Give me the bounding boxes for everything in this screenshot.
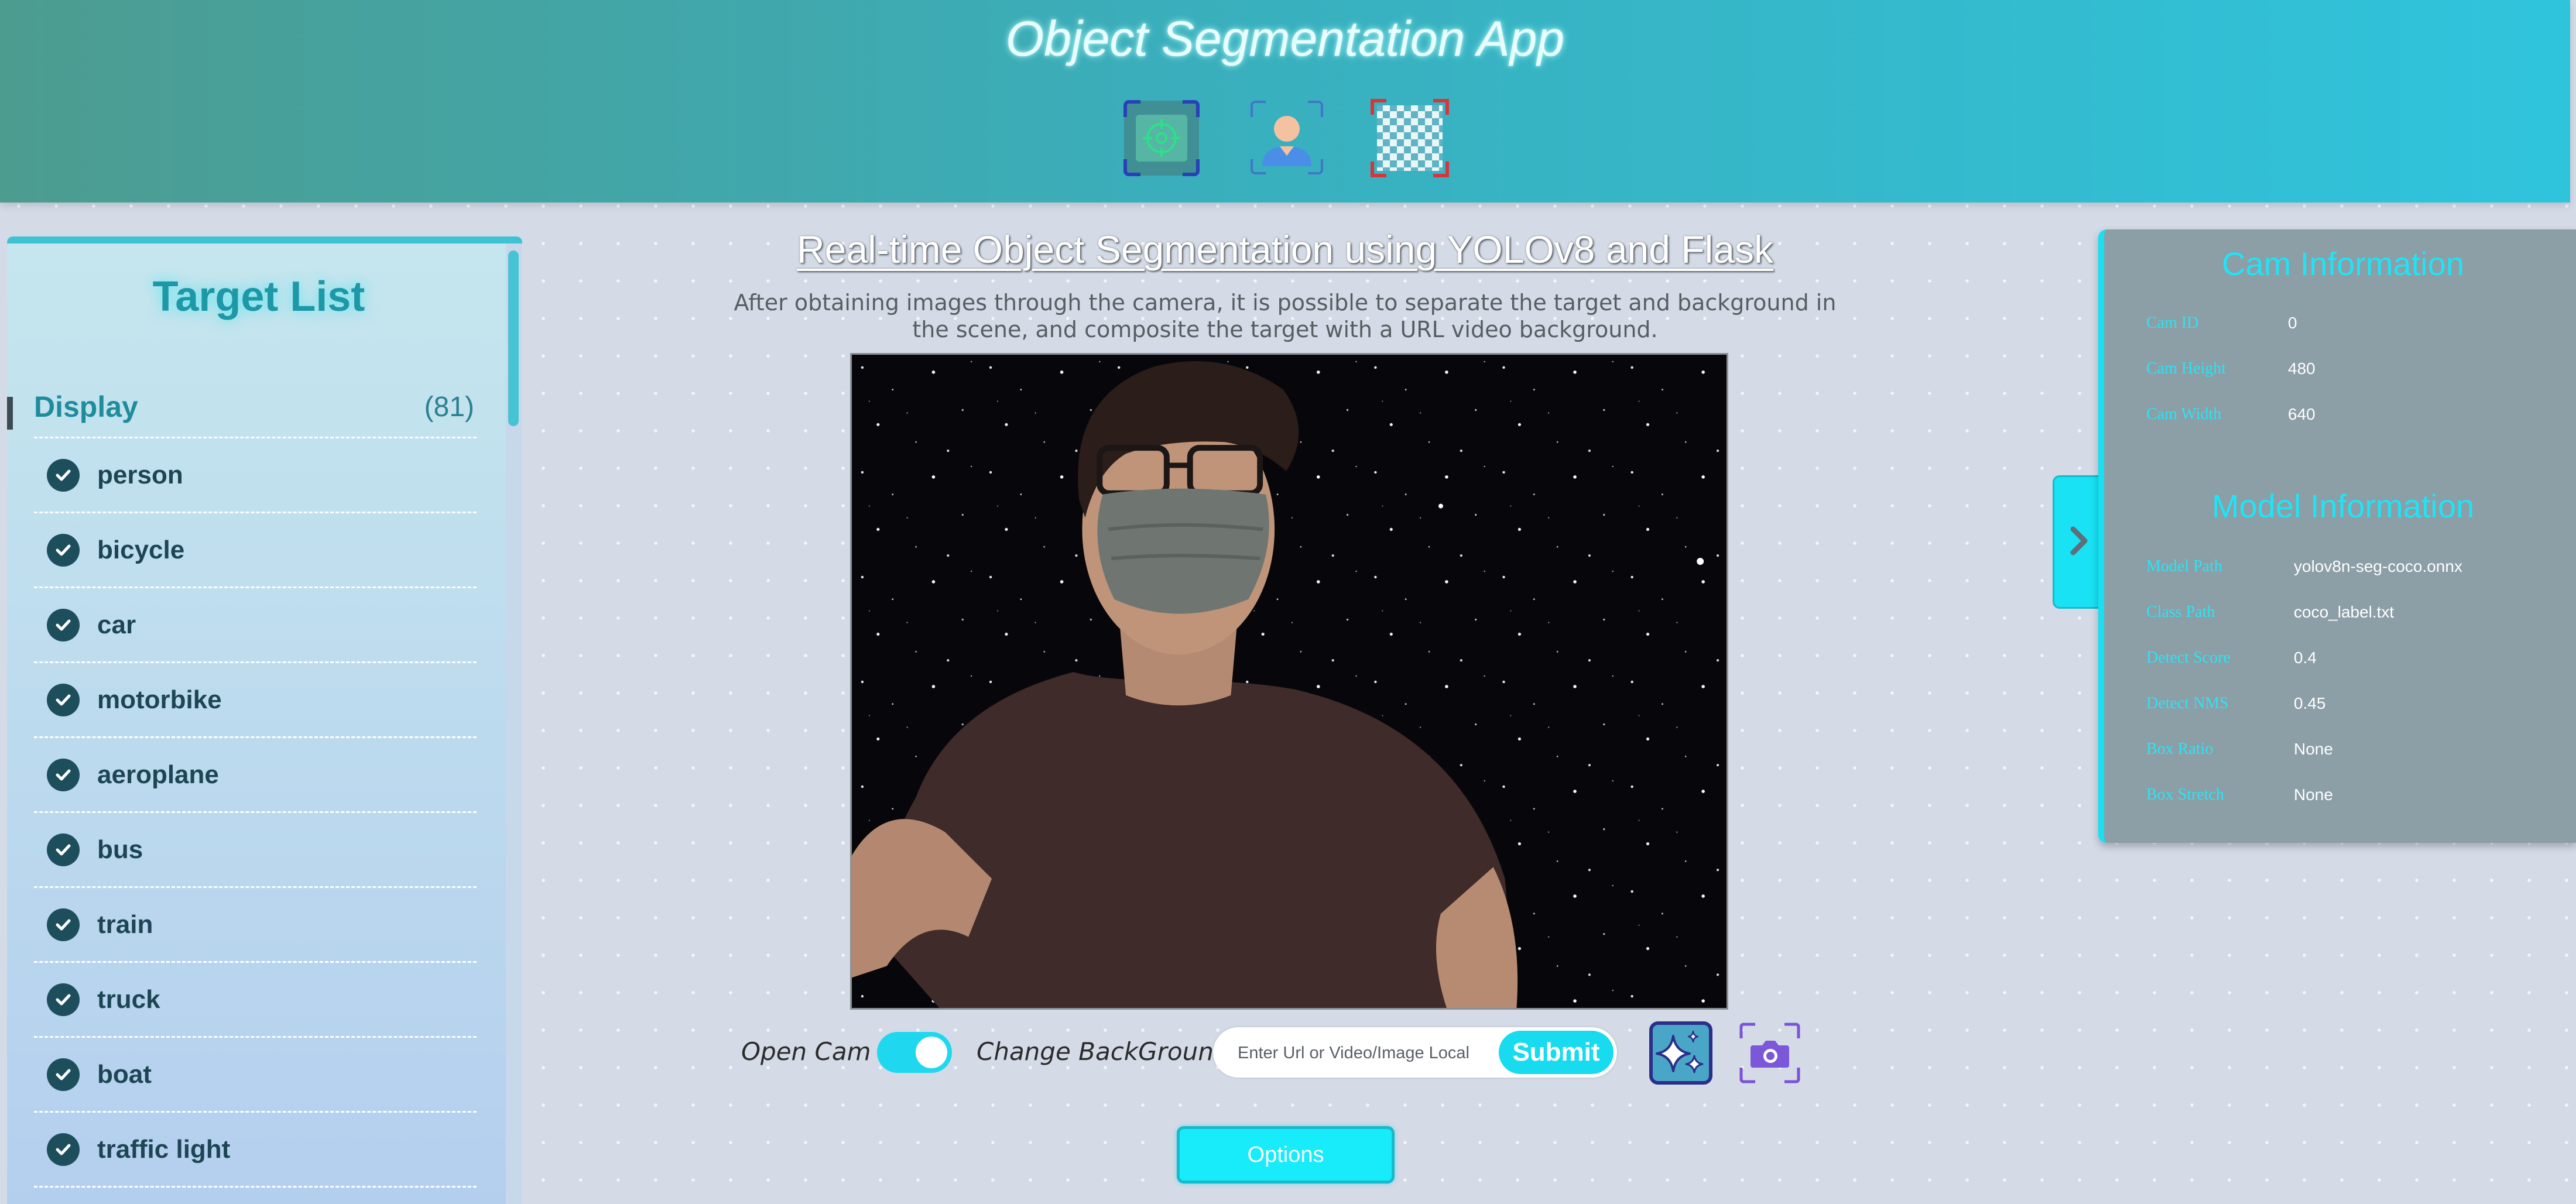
check-circle-icon[interactable] <box>47 608 80 642</box>
cam-width-value: 640 <box>2288 405 2315 423</box>
app-header: Object Segmentation App <box>0 0 2570 203</box>
camera-icon <box>1738 1021 1802 1085</box>
open-cam-toggle[interactable] <box>877 1032 952 1073</box>
submit-button[interactable]: Submit <box>1499 1031 1614 1074</box>
target-label: aeroplane <box>97 760 219 789</box>
cam-width-key: Cam Width <box>2146 405 2222 423</box>
model-info-heading: Model Information <box>2211 488 2475 524</box>
target-label: car <box>97 610 136 639</box>
class-path-key: Class Path <box>2146 603 2215 621</box>
check-circle-icon[interactable] <box>47 458 80 492</box>
cam-height-key: Cam Height <box>2146 359 2226 378</box>
target-list-title: Target List <box>152 273 365 320</box>
target-list-panel: Target List Display (81) person bicycle … <box>7 236 522 1204</box>
check-circle-icon[interactable] <box>47 908 80 941</box>
check-circle-icon[interactable] <box>47 1058 80 1091</box>
target-item-truck[interactable]: truck <box>34 961 477 1036</box>
target-item-train[interactable]: train <box>34 886 477 961</box>
person-portrait-icon <box>1246 97 1328 179</box>
box-ratio-key: Box Ratio <box>2146 740 2214 758</box>
cam-id-value: 0 <box>2288 314 2297 332</box>
check-circle-icon[interactable] <box>47 1133 80 1166</box>
group-indicator <box>7 397 13 430</box>
chevron-right-icon <box>2065 523 2093 561</box>
target-list: person bicycle car motorbike aeroplane b… <box>34 437 477 1204</box>
target-item-person[interactable]: person <box>34 437 477 512</box>
check-circle-icon[interactable] <box>47 983 80 1016</box>
class-path-value: coco_label.txt <box>2294 603 2395 621</box>
target-item-motorbike[interactable]: motorbike <box>34 661 477 736</box>
target-label: boat <box>97 1059 152 1089</box>
target-label: bus <box>97 835 143 864</box>
display-group-count: (81) <box>424 392 474 423</box>
cam-height-value: 480 <box>2288 359 2315 378</box>
detect-nms-key: Detect NMS <box>2146 694 2229 712</box>
detect-score-key: Detect Score <box>2146 649 2231 667</box>
sidebar-scrollbar[interactable] <box>506 243 522 1204</box>
check-circle-icon[interactable] <box>47 833 80 866</box>
target-item-boat[interactable]: boat <box>34 1036 477 1111</box>
segmentation-mode-button[interactable] <box>1246 97 1328 179</box>
background-mode-button[interactable] <box>1369 97 1451 179</box>
effects-button[interactable] <box>1649 1021 1713 1085</box>
change-background-label: Change BackGround : <box>977 1037 1246 1066</box>
target-scan-icon <box>1121 97 1203 179</box>
background-url-input[interactable] <box>1236 1035 1479 1071</box>
check-circle-icon[interactable] <box>47 758 80 791</box>
info-panel-toggle[interactable] <box>2053 475 2103 609</box>
target-item-bicycle[interactable]: bicycle <box>34 512 477 586</box>
box-stretch-key: Box Stretch <box>2146 785 2224 804</box>
check-circle-icon[interactable] <box>47 683 80 716</box>
model-path-value: yolov8n-seg-coco.onnx <box>2294 557 2462 575</box>
sparkles-icon <box>1649 1021 1713 1085</box>
check-circle-icon[interactable] <box>47 533 80 567</box>
background-url-field: Submit <box>1213 1027 1617 1078</box>
cam-info-heading: Cam Information <box>2222 245 2464 282</box>
open-cam-label: Open Cam : <box>741 1037 888 1066</box>
target-item-aeroplane[interactable]: aeroplane <box>34 736 477 811</box>
box-stretch-value: None <box>2294 785 2333 804</box>
toggle-knob <box>916 1037 947 1068</box>
model-path-key: Model Path <box>2146 557 2222 575</box>
target-item-next[interactable] <box>34 1186 477 1204</box>
app-title: Object Segmentation App <box>1005 11 1565 66</box>
display-group-label[interactable]: Display <box>34 390 138 424</box>
detect-score-value: 0.4 <box>2294 649 2317 667</box>
detection-mode-button[interactable] <box>1121 97 1203 179</box>
checkerboard-icon <box>1369 97 1451 179</box>
options-button[interactable]: Options <box>1177 1126 1395 1184</box>
target-label: traffic light <box>97 1134 231 1164</box>
target-label: person <box>97 460 183 489</box>
capture-button[interactable] <box>1738 1021 1802 1085</box>
box-ratio-value: None <box>2294 740 2333 758</box>
info-panel: Cam Information Cam ID 0 Cam Height 480 … <box>2098 229 2576 843</box>
target-item-car[interactable]: car <box>34 586 477 661</box>
page-description: After obtaining images through the camer… <box>734 290 1837 342</box>
cam-id-key: Cam ID <box>2146 314 2199 332</box>
target-label: train <box>97 910 153 939</box>
segmented-person-on-starfield <box>852 355 1727 1008</box>
target-label: bicycle <box>97 535 185 564</box>
target-label: truck <box>97 985 160 1014</box>
camera-video-feed <box>850 353 1728 1010</box>
detect-nms-value: 0.45 <box>2294 694 2326 712</box>
target-label: motorbike <box>97 685 222 714</box>
target-item-bus[interactable]: bus <box>34 811 477 886</box>
target-item-traffic-light[interactable]: traffic light <box>34 1111 477 1186</box>
